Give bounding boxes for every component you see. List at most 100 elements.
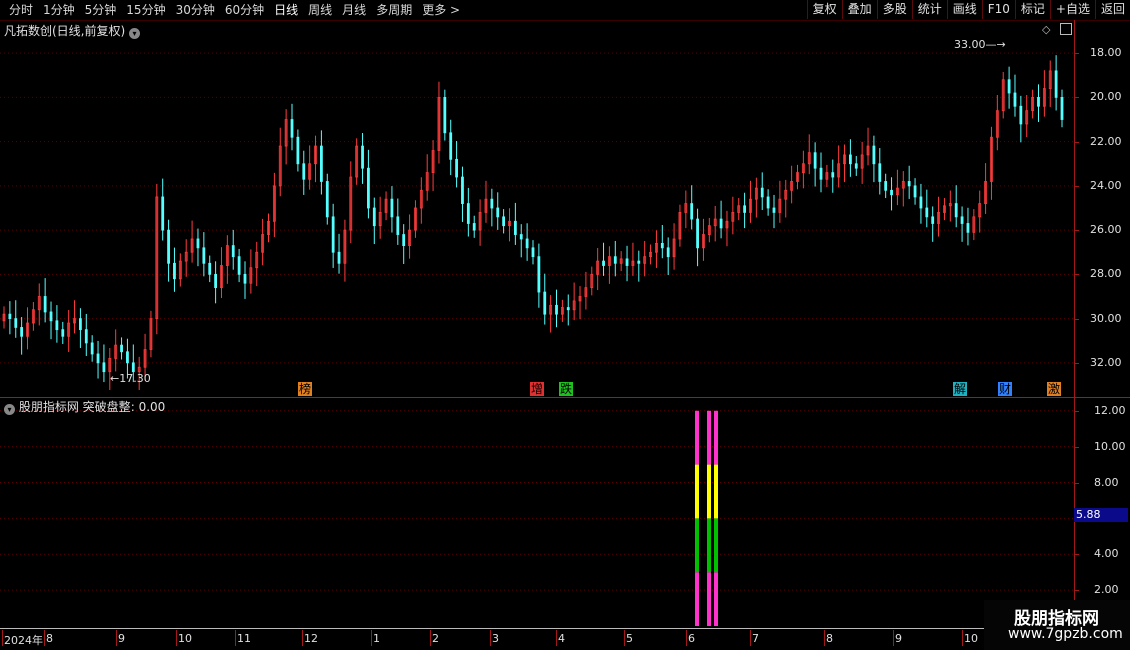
candle-body (525, 238, 529, 249)
candle-body (167, 229, 170, 264)
date-separator (824, 630, 825, 646)
date-separator (176, 630, 177, 646)
candle-body (696, 218, 699, 249)
candle-body (531, 247, 535, 258)
indicator-bar-segment (695, 518, 699, 573)
indicator-title-bar: ▾ 股朋指标网 突破盘整: 0.00 (4, 398, 165, 415)
date-separator (44, 630, 45, 646)
panel-divider (0, 397, 1130, 398)
candle-body (402, 234, 406, 247)
date-label: 5 (626, 632, 633, 645)
event-marker[interactable]: 激 (1047, 382, 1062, 396)
candle-body (537, 256, 541, 293)
candle-body (766, 196, 770, 209)
candlestick-chart (0, 52, 1074, 626)
event-marker[interactable]: 榜 (298, 382, 313, 396)
date-separator (302, 630, 303, 646)
indicator-bar-segment (714, 572, 718, 626)
candle-body (120, 344, 123, 353)
candle-body (302, 163, 306, 180)
current-value-badge: 5.88 (1074, 508, 1128, 522)
price-tick (1074, 185, 1079, 187)
candle-body (878, 163, 882, 182)
indicator-tick (1074, 590, 1079, 592)
price-tick-label: 22.00 (1090, 134, 1122, 148)
date-separator (624, 630, 625, 646)
candle-body (319, 145, 323, 182)
candle-body (102, 362, 106, 373)
event-marker[interactable]: 财 (998, 382, 1013, 396)
candle-body (337, 251, 341, 264)
candle-body (96, 353, 100, 364)
price-axis-line (1074, 20, 1075, 398)
candle-body (231, 245, 235, 258)
candle-body (396, 216, 400, 235)
price-tick-label: 24.00 (1090, 178, 1122, 192)
low-price-label: ←17.30 (110, 372, 151, 385)
candle-body (173, 262, 176, 280)
candle-body (1037, 97, 1040, 107)
price-tick (1074, 362, 1079, 364)
candle-body (907, 181, 911, 187)
candle-body (466, 203, 470, 224)
candle-body (931, 216, 935, 224)
date-separator (2, 630, 3, 646)
candle-body (90, 342, 94, 355)
chevron-down-icon[interactable]: ▾ (4, 404, 15, 415)
indicator-bar-segment (707, 464, 711, 519)
candle-body (602, 260, 605, 266)
candle-body (161, 196, 165, 231)
candle-body (966, 223, 970, 233)
candle-body (666, 247, 670, 258)
candle-body (555, 304, 558, 315)
candle-body (443, 97, 447, 134)
price-tick-label: 32.00 (1090, 355, 1122, 369)
candle-body (719, 218, 723, 229)
candle-body (743, 205, 746, 213)
date-separator (962, 630, 963, 646)
event-marker[interactable]: 增 (530, 382, 545, 396)
event-marker[interactable]: 解 (953, 382, 968, 396)
date-label: 9 (895, 632, 902, 645)
candle-body (760, 187, 764, 198)
watermark-url: www.7gpzb.com (1008, 626, 1123, 642)
candle-body (872, 145, 876, 165)
watermark: 股朋指标网 www.7gpzb.com (984, 600, 1130, 650)
candle-body (237, 256, 241, 275)
candle-body (1007, 79, 1011, 94)
candle-body (325, 181, 329, 218)
date-label: 8 (46, 632, 53, 645)
date-label: 9 (118, 632, 125, 645)
indicator-bar-segment (695, 572, 699, 626)
date-separator (235, 630, 236, 646)
price-tick (1074, 230, 1079, 232)
candle-body (543, 291, 547, 315)
indicator-name: 突破盘整 (82, 400, 131, 414)
candle-body (813, 152, 817, 169)
date-axis-line (0, 628, 1130, 629)
candle-body (960, 216, 964, 224)
candle-body (290, 119, 294, 138)
indicator-source: 股朋指标网 (18, 400, 79, 414)
candle-body (772, 207, 776, 213)
indicator-bar-segment (695, 410, 699, 465)
candle-body (954, 203, 958, 218)
indicator-tick-label: 10.00 (1094, 439, 1126, 453)
candle-body (819, 167, 823, 180)
candle-body (660, 242, 664, 249)
date-separator (371, 630, 372, 646)
price-tick-label: 20.00 (1090, 90, 1122, 104)
candle-body (8, 313, 12, 319)
candle-body (461, 176, 464, 204)
candle-body (854, 163, 858, 169)
price-tick (1074, 141, 1079, 143)
price-tick-label: 26.00 (1090, 223, 1122, 237)
high-price-label: 33.00—→ (954, 38, 1006, 51)
candle-body (472, 223, 476, 231)
date-label: 8 (826, 632, 833, 645)
candle-body (513, 220, 517, 235)
candle-body (913, 185, 917, 198)
event-marker[interactable]: 跌 (559, 382, 574, 396)
candle-body (1013, 92, 1017, 107)
candle-body (1054, 70, 1058, 98)
